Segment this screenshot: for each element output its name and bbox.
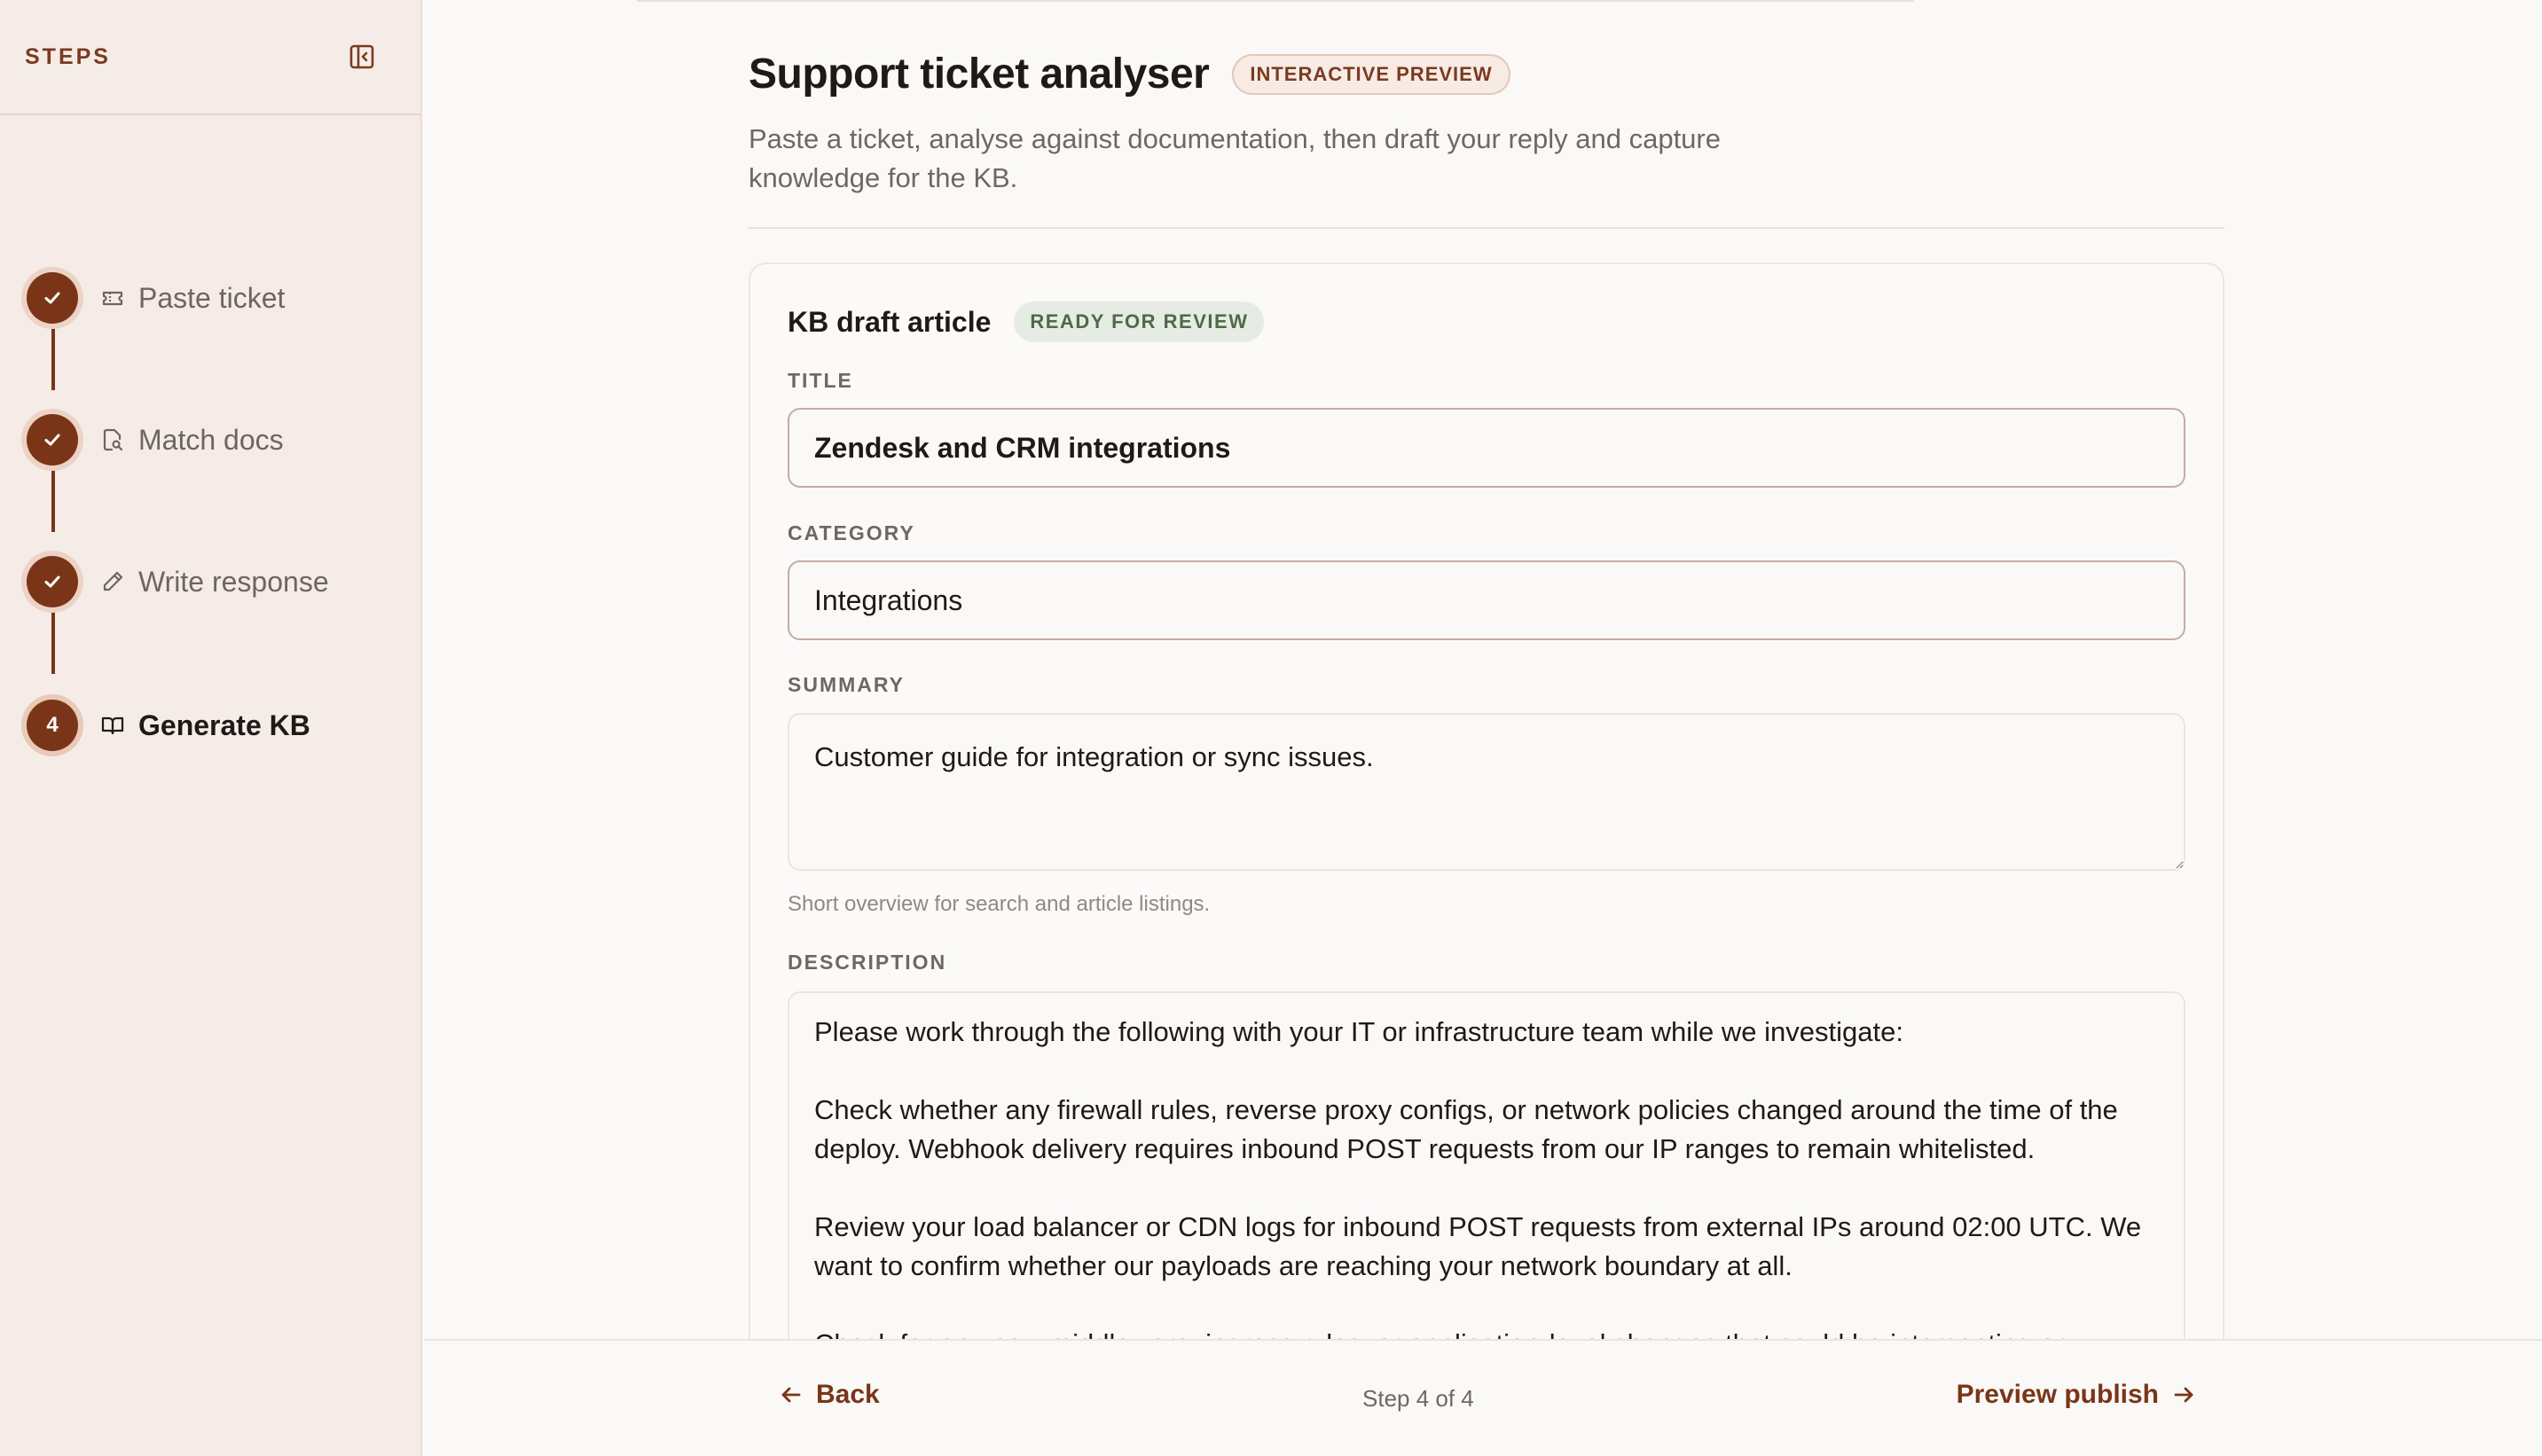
page-header: Support ticket analyser INTERACTIVE PREV…	[749, 50, 2224, 198]
step-label: Paste ticket	[138, 281, 286, 314]
step-counter: Step 4 of 4	[1362, 1385, 1474, 1412]
back-label: Back	[816, 1380, 880, 1409]
steps-sidebar: STEPS Paste ticket Match docs Write resp…	[0, 0, 422, 1456]
step-connector	[51, 326, 55, 390]
page-title: Support ticket analyser	[749, 51, 1210, 98]
summary-label: SUMMARY	[788, 673, 905, 696]
step-connector	[51, 610, 55, 674]
description-label: DESCRIPTION	[788, 951, 947, 974]
title-label: TITLE	[788, 369, 853, 392]
category-label: CATEGORY	[788, 521, 915, 544]
card-title: KB draft article	[788, 305, 992, 338]
description-paragraph: Review your load balancer or CDN logs fo…	[814, 1211, 2142, 1281]
steps-title: STEPS	[25, 43, 111, 69]
check-icon	[27, 414, 78, 466]
description-textarea[interactable]: Please work through the following with y…	[788, 991, 2185, 1382]
step-generate-kb[interactable]: 4 Generate KB	[27, 699, 310, 752]
interactive-preview-badge: INTERACTIVE PREVIEW	[1232, 53, 1510, 95]
step-connector	[51, 468, 55, 532]
ticket-icon	[99, 285, 126, 311]
main-content: Support ticket analyser INTERACTIVE PREV…	[424, 0, 2542, 1382]
page-subtitle: Paste a ticket, analyse against document…	[749, 123, 1721, 193]
pencil-icon	[99, 568, 126, 595]
kb-draft-card: KB draft article READY FOR REVIEW TITLE …	[749, 262, 2224, 1382]
check-icon	[27, 556, 78, 607]
arrow-left-icon	[781, 1387, 801, 1403]
description-paragraph: Check whether any firewall rules, revers…	[814, 1094, 2118, 1164]
step-label: Match docs	[138, 423, 284, 456]
step-write-response[interactable]: Write response	[27, 555, 329, 608]
step-label: Generate KB	[138, 708, 310, 741]
card-header: KB draft article READY FOR REVIEW	[788, 301, 1265, 342]
top-divider	[637, 0, 1914, 2]
back-button[interactable]: Back	[779, 1380, 880, 1410]
header-divider	[749, 227, 2224, 229]
summary-hint: Short overview for search and article li…	[788, 892, 1211, 916]
wizard-footer: Back Step 4 of 4 Preview publish	[424, 1339, 2542, 1456]
title-row: Support ticket analyser INTERACTIVE PREV…	[749, 50, 2224, 98]
step-label: Write response	[138, 565, 329, 598]
step-match-docs[interactable]: Match docs	[27, 413, 284, 466]
preview-publish-button[interactable]: Preview publish	[1957, 1380, 2196, 1410]
sidebar-header: STEPS	[0, 0, 420, 115]
check-icon	[27, 272, 78, 324]
arrow-right-icon	[2174, 1387, 2193, 1403]
status-badge: READY FOR REVIEW	[1014, 301, 1265, 342]
category-input[interactable]	[788, 560, 2185, 640]
book-icon	[99, 712, 126, 739]
summary-textarea[interactable]: Customer guide for integration or sync i…	[788, 713, 2185, 871]
title-input[interactable]	[788, 408, 2185, 488]
doc-search-icon	[99, 427, 126, 453]
sidebar-collapse-icon[interactable]	[344, 39, 380, 74]
step-number-badge: 4	[27, 700, 78, 751]
step-paste-ticket[interactable]: Paste ticket	[27, 271, 285, 325]
description-paragraph: Please work through the following with y…	[814, 1016, 1903, 1047]
preview-publish-label: Preview publish	[1956, 1380, 2159, 1409]
app: STEPS Paste ticket Match docs Write resp…	[0, 0, 2542, 1456]
